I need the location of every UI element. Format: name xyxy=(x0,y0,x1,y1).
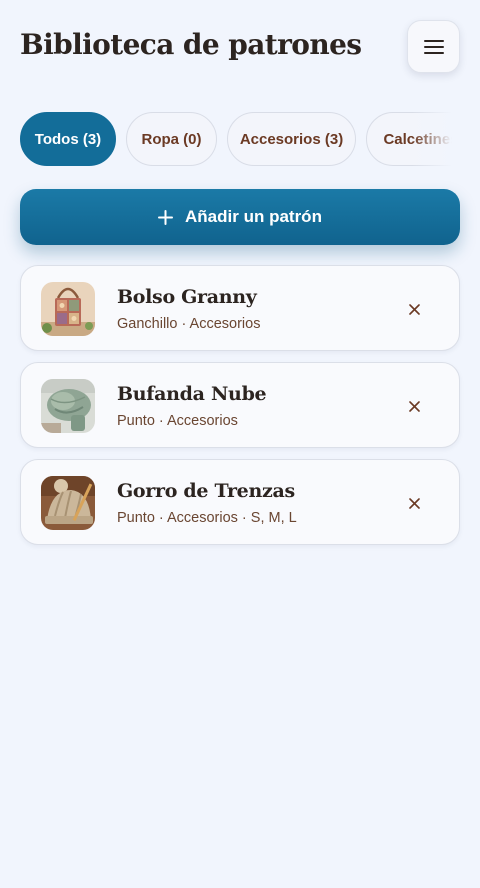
pattern-name: Bufanda Nube xyxy=(117,383,267,405)
remove-pattern-button[interactable] xyxy=(401,490,427,516)
pattern-name: Bolso Granny xyxy=(117,286,257,308)
filter-chip-todos[interactable]: Todos (3) xyxy=(20,112,116,166)
hamburger-menu-icon xyxy=(423,39,444,54)
remove-pattern-button[interactable] xyxy=(401,393,427,419)
close-icon xyxy=(408,400,420,412)
pattern-meta: Punto · Accesorios xyxy=(117,413,238,429)
filter-chip-accesorios[interactable]: Accesorios (3) xyxy=(227,112,356,166)
cloud-scarf-photo xyxy=(41,379,95,433)
filter-chip-calcetines[interactable]: Calcetines xyxy=(366,112,452,166)
close-icon xyxy=(408,303,420,315)
filter-chip-ropa[interactable]: Ropa (0) xyxy=(126,112,217,166)
granny-bag-photo xyxy=(41,282,95,336)
remove-pattern-button[interactable] xyxy=(401,296,427,322)
category-filter-bar: Todos (3) Ropa (0) Accesorios (3) Calcet… xyxy=(20,112,452,166)
cable-hat-photo xyxy=(41,476,95,530)
pattern-meta: Ganchillo · Accesorios xyxy=(117,316,261,332)
close-icon xyxy=(408,497,420,509)
pattern-card[interactable]: Bolso Granny Ganchillo · Accesorios xyxy=(20,265,460,351)
add-pattern-label: Añadir un patrón xyxy=(185,207,322,226)
pattern-name: Gorro de Trenzas xyxy=(117,480,295,502)
pattern-card[interactable]: Gorro de Trenzas Punto · Accesorios · S,… xyxy=(20,459,460,545)
pattern-meta: Punto · Accesorios · S, M, L xyxy=(117,510,297,526)
pattern-card[interactable]: Bufanda Nube Punto · Accesorios xyxy=(20,362,460,448)
app-header: Biblioteca de patrones xyxy=(0,0,480,100)
page-title: Biblioteca de patrones xyxy=(20,28,362,61)
menu-button[interactable] xyxy=(407,20,460,73)
plus-icon xyxy=(158,209,174,225)
add-pattern-button[interactable]: Añadir un patrón xyxy=(20,189,460,245)
